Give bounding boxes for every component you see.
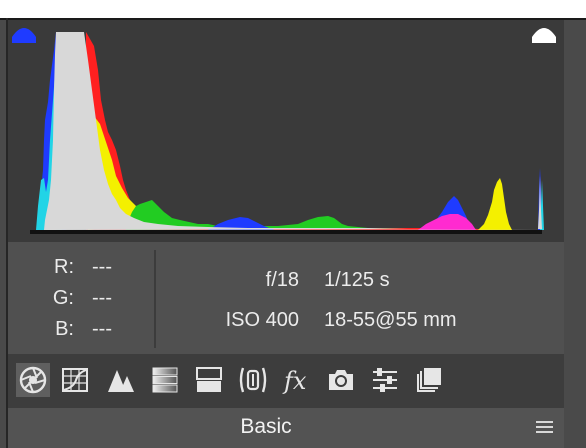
shadow-clipping-warning-button[interactable] bbox=[8, 20, 40, 50]
presets-sliders-icon bbox=[373, 368, 397, 392]
blue-value: --- bbox=[92, 318, 112, 340]
green-value: --- bbox=[92, 287, 112, 309]
split-toning-icon bbox=[196, 367, 222, 392]
red-readout: R: --- bbox=[8, 252, 158, 282]
camera-calibration-icon bbox=[329, 370, 353, 390]
green-label: G: bbox=[52, 287, 74, 309]
tab-tone-curve[interactable] bbox=[58, 363, 92, 397]
window-top-strip bbox=[0, 0, 586, 18]
green-readout: G: --- bbox=[8, 283, 158, 313]
tab-basic[interactable] bbox=[16, 363, 50, 397]
histogram-magenta bbox=[418, 214, 476, 230]
camera-raw-panel: R: --- G: --- B: --- f/18 1/125 s ISO 40… bbox=[0, 0, 586, 448]
red-value: --- bbox=[92, 256, 112, 278]
aperture-icon bbox=[19, 366, 47, 394]
info-divider bbox=[154, 250, 156, 348]
highlight-clipping-warning-icon bbox=[532, 28, 556, 43]
tone-curve-icon bbox=[62, 368, 88, 392]
tab-split-toning[interactable] bbox=[192, 363, 226, 397]
exif-aperture: f/18 bbox=[265, 269, 299, 291]
exif-iso: ISO 400 bbox=[225, 309, 299, 331]
tab-camera-calibration[interactable] bbox=[324, 363, 358, 397]
svg-text:fx: fx bbox=[282, 367, 307, 395]
snapshots-icon bbox=[417, 368, 441, 392]
histogram-chart bbox=[30, 32, 544, 234]
panel-section-header: Basic bbox=[8, 408, 564, 448]
histogram-red bbox=[86, 32, 488, 230]
tab-presets[interactable] bbox=[368, 363, 402, 397]
blue-readout: B: --- bbox=[8, 314, 158, 344]
tab-effects[interactable]: fx bbox=[280, 363, 314, 397]
shadow-clipping-warning-icon bbox=[12, 28, 36, 43]
tab-lens-corrections[interactable] bbox=[236, 363, 270, 397]
detail-icon bbox=[108, 370, 134, 392]
exif-shutter-speed: 1/125 s bbox=[324, 269, 390, 291]
highlight-clipping-warning-button[interactable] bbox=[528, 20, 560, 50]
blue-label: B: bbox=[55, 318, 74, 340]
histogram-info-panel: R: --- G: --- B: --- f/18 1/125 s ISO 40… bbox=[8, 242, 564, 354]
red-label: R: bbox=[54, 256, 74, 278]
panel-tab-toolbar: fx bbox=[8, 354, 564, 408]
tab-detail[interactable] bbox=[104, 363, 138, 397]
panel-menu-button[interactable] bbox=[532, 418, 556, 438]
lens-corrections-icon bbox=[239, 367, 267, 393]
tab-hsl-grayscale[interactable] bbox=[148, 363, 182, 397]
histogram-yellow-highlight-peak bbox=[478, 178, 512, 230]
exif-lens: 18-55@55 mm bbox=[324, 309, 457, 331]
hsl-grayscale-icon bbox=[152, 367, 178, 393]
tab-snapshots[interactable] bbox=[412, 363, 446, 397]
section-title: Basic bbox=[240, 415, 292, 438]
histogram-baseline bbox=[30, 230, 542, 234]
fx-icon: fx bbox=[282, 367, 307, 395]
histogram bbox=[8, 20, 564, 242]
